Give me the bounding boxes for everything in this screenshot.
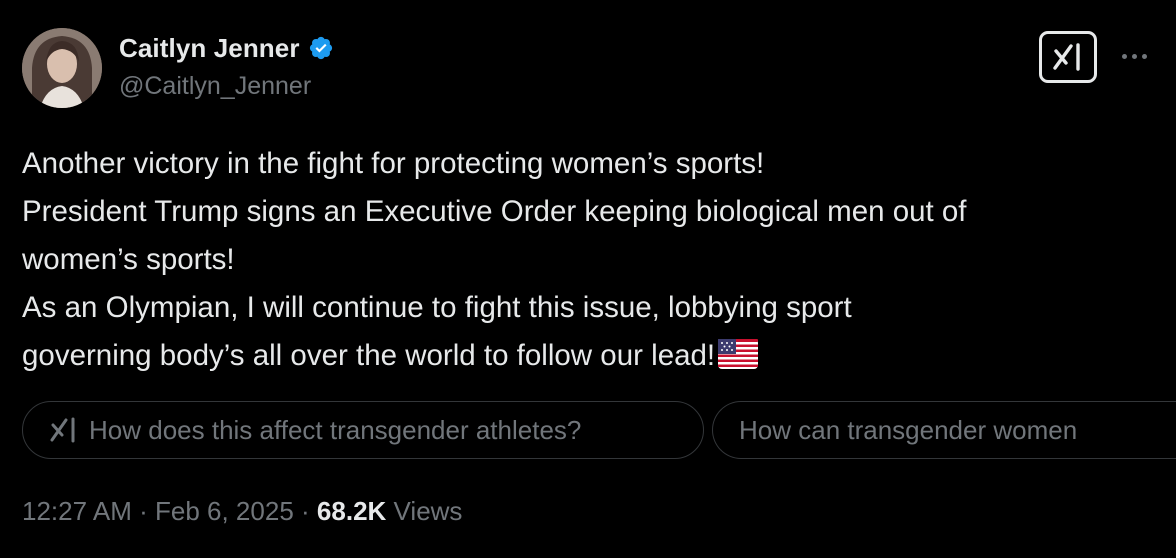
tweet-date[interactable]: Feb 6, 2025 <box>155 496 294 526</box>
more-dots-icon <box>1121 53 1127 59</box>
suggestion-label: How does this affect transgender athlete… <box>89 414 582 445</box>
suggestion-label: How can transgender women <box>739 414 1078 445</box>
meta-separator: · <box>139 496 148 526</box>
tweet-line-last: governing body’s all over the world to f… <box>22 332 1162 384</box>
grok-icon <box>1053 43 1080 71</box>
grok-button[interactable] <box>1039 31 1097 83</box>
author-name-row[interactable]: Caitlyn Jenner <box>119 31 334 65</box>
tweet-line: women’s sports! <box>22 243 235 276</box>
grok-suggestion-chip[interactable]: How can transgender women <box>712 401 1176 459</box>
views-count: 68.2K <box>316 496 387 526</box>
views-label: Views <box>393 496 463 526</box>
tweet-line: Another victory in the fight for protect… <box>22 147 765 180</box>
avatar[interactable] <box>22 28 102 108</box>
meta-separator: · <box>301 496 310 526</box>
tweet-line-text: governing body’s all over the world to f… <box>22 339 716 372</box>
grok-icon <box>49 417 79 443</box>
more-options-button[interactable] <box>1116 44 1152 68</box>
verified-badge-icon <box>308 35 334 61</box>
author-handle[interactable]: @Caitlyn_Jenner <box>119 72 311 101</box>
profile-photo <box>22 28 102 108</box>
tweet-meta: 12:27 AM · Feb 6, 2025 · 68.2K Views <box>22 496 462 527</box>
tweet-time[interactable]: 12:27 AM <box>22 496 132 526</box>
us-flag-icon <box>718 336 759 384</box>
author-display-name[interactable]: Caitlyn Jenner <box>119 33 300 64</box>
tweet-line: As an Olympian, I will continue to fight… <box>22 291 852 324</box>
tweet-line: President Trump signs an Executive Order… <box>22 195 967 228</box>
grok-suggestion-chip[interactable]: How does this affect transgender athlete… <box>22 401 704 459</box>
tweet-text: Another victory in the fight for protect… <box>22 140 1162 384</box>
